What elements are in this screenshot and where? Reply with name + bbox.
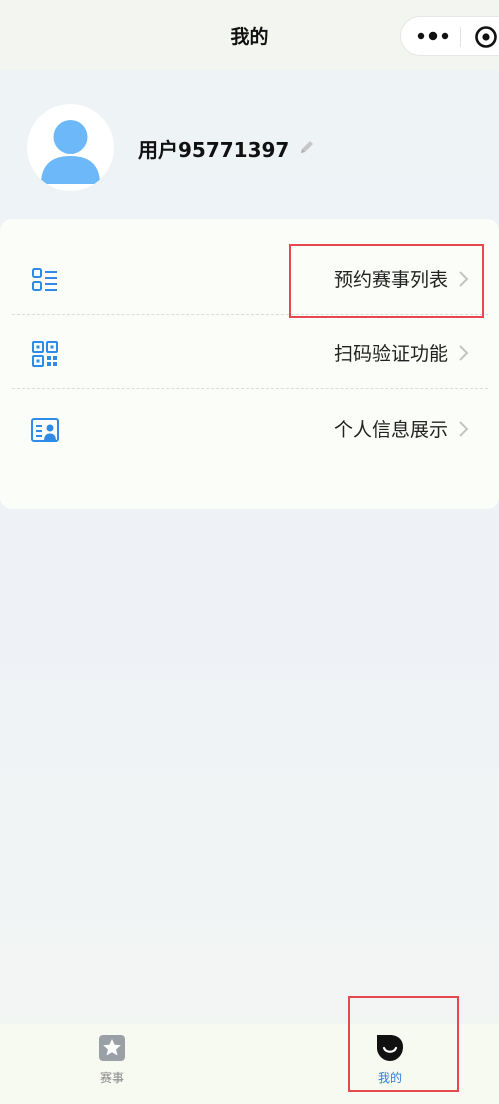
mini-program-capsule bbox=[400, 16, 499, 56]
tab-events[interactable]: 赛事 bbox=[32, 1024, 192, 1104]
id-card-icon bbox=[31, 418, 59, 442]
tab-label: 赛事 bbox=[99, 1071, 124, 1085]
menu-item-label: 个人信息展示 bbox=[333, 419, 448, 441]
capsule-divider bbox=[460, 27, 461, 47]
menu-card: 预约赛事列表 扫码验证功能 个人信息展示 bbox=[0, 219, 499, 509]
menu-item-scan-verify[interactable]: 扫码验证功能 bbox=[12, 315, 488, 389]
chevron-right-icon bbox=[459, 271, 469, 287]
tab-label: 我的 bbox=[377, 1071, 402, 1085]
menu-item-reservation-list[interactable]: 预约赛事列表 bbox=[12, 241, 488, 315]
qr-code-icon bbox=[32, 341, 58, 367]
target-icon[interactable] bbox=[474, 25, 498, 49]
more-dots-icon[interactable] bbox=[413, 28, 453, 44]
user-avatar-icon[interactable] bbox=[27, 104, 114, 191]
menu-item-personal-info[interactable]: 个人信息展示 bbox=[12, 391, 488, 464]
chevron-right-icon bbox=[459, 345, 469, 361]
username: 用户95771397 bbox=[138, 138, 290, 162]
pencil-icon[interactable] bbox=[298, 138, 316, 156]
menu-item-label: 扫码验证功能 bbox=[333, 343, 448, 365]
star-badge-icon bbox=[99, 1035, 125, 1061]
profile-section: 用户95771397 bbox=[0, 100, 499, 195]
nav-bar: 我的 bbox=[0, 0, 499, 70]
chevron-right-icon bbox=[459, 421, 469, 437]
smile-icon bbox=[377, 1035, 403, 1061]
tab-bar: 赛事 我的 bbox=[0, 1024, 499, 1104]
menu-item-label: 预约赛事列表 bbox=[333, 269, 448, 291]
tab-mine[interactable]: 我的 bbox=[310, 1024, 470, 1104]
list-icon bbox=[32, 268, 57, 291]
